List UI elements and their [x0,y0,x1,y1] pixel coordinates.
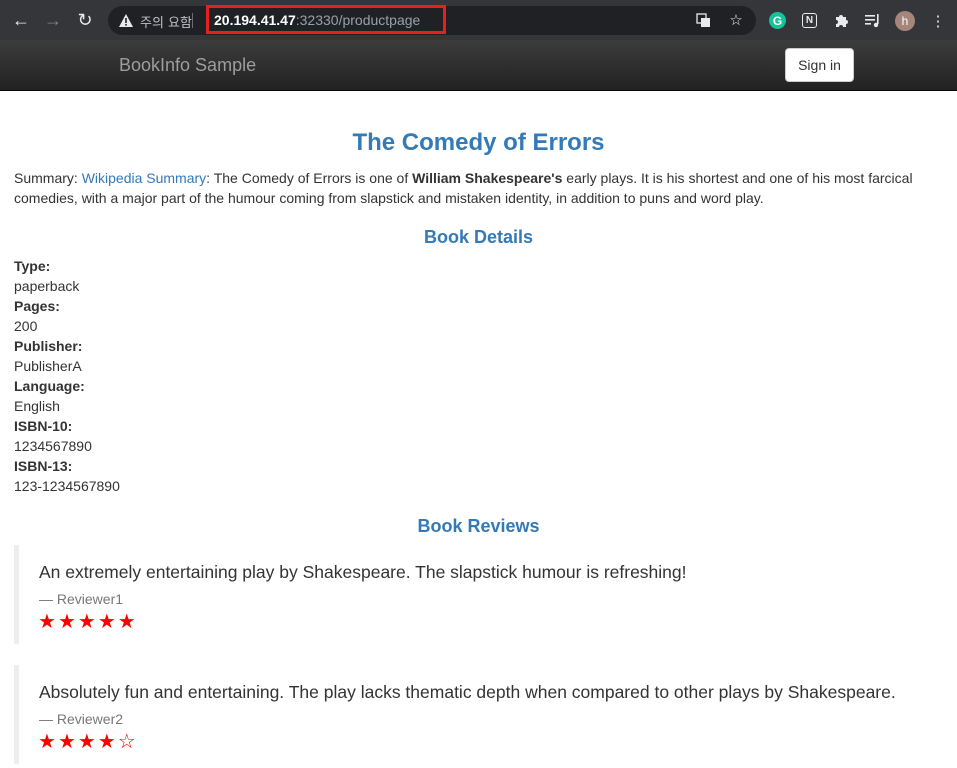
book-summary: Summary: Wikipedia Summary: The Comedy o… [14,168,939,208]
browser-toolbar: ← → ↻ 주의 요함 20.194.41.47:32330/productpa… [0,0,957,40]
brand-link[interactable]: BookInfo Sample [119,55,256,76]
profile-avatar[interactable]: h [895,11,915,31]
back-arrow-icon[interactable]: ← [7,6,35,34]
detail-label: ISBN-13: [14,458,73,474]
detail-value: PublisherA [14,358,82,374]
omnibox-divider [192,13,193,28]
star-filled-icon: ★ [77,729,98,753]
wikipedia-summary-link[interactable]: Wikipedia Summary [82,170,206,186]
detail-label: Language: [14,378,85,394]
url-host: 20.194.41.47 [214,11,296,28]
url-text[interactable]: 20.194.41.47:32330/productpage [206,5,446,34]
detail-label: ISBN-10: [14,418,73,434]
summary-prefix: Summary: [14,170,82,186]
security-warning-label[interactable]: 주의 요함 [140,12,192,31]
reading-list-icon[interactable] [863,11,883,31]
app-navbar: BookInfo Sample Sign in [0,40,957,91]
star-filled-icon: ★ [57,609,78,633]
bookmark-star-icon[interactable]: ☆ [727,11,745,29]
detail-value: paperback [14,278,80,294]
star-filled-icon: ★ [38,729,58,753]
star-rating: ★★★★★ [38,609,138,633]
grammarly-icon[interactable]: G [769,12,786,29]
detail-value: 1234567890 [14,438,92,454]
detail-value: 200 [14,318,38,334]
reviewer-name: — Reviewer2 [39,711,124,727]
book-details-heading: Book Details [423,227,534,247]
notion-icon[interactable]: N [802,13,817,28]
summary-author: William Shakespeare's [412,170,563,186]
star-filled-icon: ★ [117,609,138,633]
reload-icon[interactable]: ↻ [71,6,99,34]
translate-icon[interactable] [694,11,712,29]
star-empty-icon: ☆ [117,729,138,753]
detail-label: Publisher: [14,338,83,354]
review-card: Absolutely fun and entertaining. The pla… [14,665,939,764]
url-path: :32330/productpage [295,11,421,28]
book-details-list: Type: paperback Pages: 200 Publisher: Pu… [14,256,120,496]
star-rating: ★★★★☆ [38,729,138,753]
book-reviews-heading: Book Reviews [417,516,540,536]
detail-value: 123-1234567890 [14,478,120,494]
menu-kebab-icon[interactable]: ⋮ [928,11,948,31]
review-text: Absolutely fun and entertaining. The pla… [39,682,896,702]
star-filled-icon: ★ [97,729,118,753]
star-filled-icon: ★ [38,609,58,633]
warning-icon [119,14,133,27]
reviewer-name: — Reviewer1 [39,591,124,607]
sign-in-button[interactable]: Sign in [785,48,854,82]
address-bar[interactable]: 주의 요함 20.194.41.47:32330/productpage ☆ [108,5,756,35]
star-filled-icon: ★ [97,609,118,633]
review-text: An extremely entertaining play by Shakes… [39,562,687,582]
summary-mid: : The Comedy of Errors is one of [206,170,413,186]
detail-label: Pages: [14,298,60,314]
star-filled-icon: ★ [57,729,78,753]
detail-value: English [14,398,60,414]
review-card: An extremely entertaining play by Shakes… [14,545,939,644]
detail-label: Type: [14,258,51,274]
extensions-puzzle-icon[interactable] [831,11,851,31]
forward-arrow-icon[interactable]: → [39,6,67,34]
book-title: The Comedy of Errors [352,129,605,156]
star-filled-icon: ★ [77,609,98,633]
